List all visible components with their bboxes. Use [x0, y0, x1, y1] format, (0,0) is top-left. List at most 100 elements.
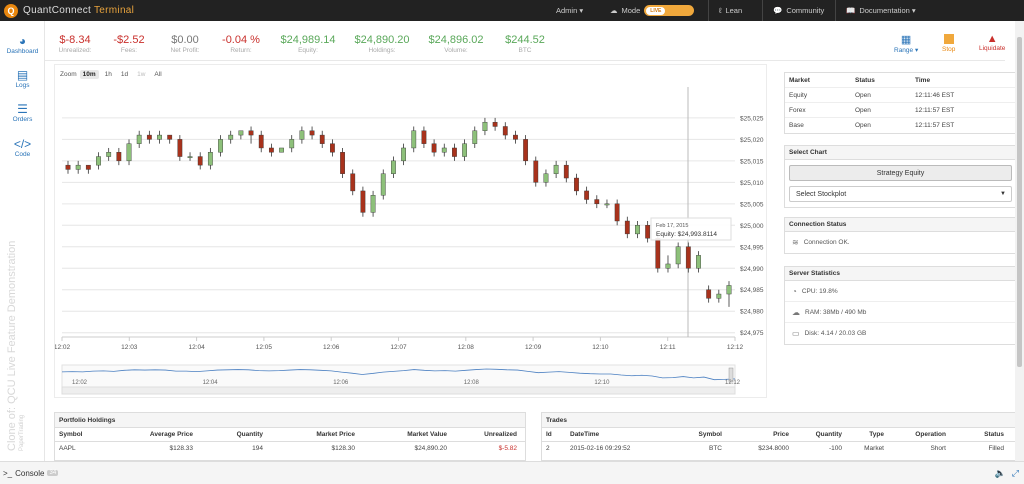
- candle: [604, 203, 610, 206]
- logo[interactable]: Q QuantConnect Terminal: [4, 3, 134, 18]
- stat-btc: $244.52 BTC: [505, 34, 545, 54]
- candle: [157, 134, 162, 140]
- book-icon: 📖: [846, 6, 856, 15]
- candle: [126, 143, 132, 162]
- candle: [452, 147, 457, 157]
- x-tick-label: 12:02: [55, 344, 71, 351]
- candle: [258, 134, 264, 149]
- candle: [116, 152, 122, 162]
- candle: [431, 143, 437, 153]
- volume-icon[interactable]: 🔈: [995, 468, 1006, 479]
- candle: [706, 289, 712, 299]
- y-tick-label: $25,025: [740, 115, 764, 122]
- navigator-tick-label: 12:12: [725, 380, 741, 386]
- candle: [523, 139, 529, 162]
- table-row[interactable]: 2 2015-02-16 09:29:52 BTC $234.8000 -100…: [542, 442, 1016, 456]
- lean-icon: ℓ: [719, 6, 722, 15]
- range-button[interactable]: ▦ Range ▾: [894, 33, 918, 54]
- console-bar[interactable]: >_ Console 34 🔈 ⤢: [0, 461, 1024, 484]
- page-scrollbar[interactable]: [1015, 21, 1024, 461]
- navigator-tick-label: 12:02: [72, 380, 88, 386]
- candle: [533, 160, 539, 183]
- select-chart-title: Select Chart: [785, 146, 1016, 160]
- candle: [472, 130, 478, 144]
- documentation-menu[interactable]: 📖 Documentation ▾: [835, 0, 916, 21]
- community-link[interactable]: 💬 Community: [762, 0, 824, 21]
- y-tick-label: $24,995: [740, 244, 764, 251]
- terminal-icon: >_: [3, 468, 13, 478]
- sidebar-item-label: Dashboard: [6, 48, 39, 55]
- trades-title: Trades: [542, 413, 1016, 428]
- equity-chart-panel: Zoom 10m 1h 1d 1w All $25,025 $25,020 $25,…: [54, 64, 767, 398]
- quantconnect-logo-icon: Q: [4, 3, 18, 18]
- candle: [136, 134, 142, 144]
- sidebar-item-label: Logs: [15, 82, 30, 89]
- x-tick-label: 12:11: [660, 344, 676, 351]
- chart-tooltip: Feb 17, 2015 Equity: $24,993.8114: [650, 217, 732, 241]
- x-tick-label: 12:12: [727, 344, 744, 351]
- x-tick-label: 12:08: [458, 344, 475, 351]
- stockplot-select[interactable]: Select Stockplot ▼: [789, 186, 1012, 202]
- navigator-tick-label: 12:08: [464, 380, 480, 386]
- x-tick-label: 12:07: [390, 344, 407, 351]
- select-chart-panel: Select Chart Strategy Equity Select Stoc…: [784, 145, 1017, 208]
- candle: [197, 156, 203, 166]
- candle: [553, 164, 559, 174]
- admin-menu[interactable]: Admin ▾: [556, 0, 583, 21]
- candle: [421, 130, 427, 144]
- candle: [696, 255, 701, 269]
- sidebar-item-code[interactable]: </> Code: [0, 138, 45, 159]
- wifi-icon: ≋: [792, 238, 799, 247]
- file-icon: ▤: [16, 68, 29, 82]
- candle: [106, 152, 112, 157]
- equity-candlestick-chart[interactable]: $25,025 $25,020 $25,015 $25,010 $25,005 $25,0…: [55, 65, 768, 399]
- x-tick-label: 12:05: [256, 344, 273, 351]
- dashboard-icon: ◔: [792, 286, 797, 296]
- server-stats-title: Server Statistics: [785, 267, 1016, 281]
- y-tick-label: $25,015: [740, 158, 764, 165]
- candle: [330, 143, 335, 153]
- dashboard-icon: ◕: [18, 34, 27, 48]
- table-row[interactable]: AAPL $128.33 194 $128.30 $24,890.20 $-5.…: [55, 442, 525, 456]
- candle: [279, 147, 284, 153]
- y-tick-label: $25,000: [740, 223, 764, 230]
- sidebar: ◕ Dashboard ▤ Logs ☰ Orders </> Code Clo…: [0, 21, 45, 461]
- market-row: Equity Open 12:11:46 EST: [785, 88, 1016, 103]
- candle: [594, 199, 600, 205]
- y-tick-label: $24,985: [740, 287, 764, 294]
- sidebar-item-orders[interactable]: ☰ Orders: [0, 103, 45, 124]
- expand-icon[interactable]: ⤢: [1012, 468, 1019, 479]
- cpu-stat: CPU: 19.8%: [801, 287, 838, 295]
- navigator-tick-label: 12:10: [594, 380, 610, 386]
- candle: [492, 121, 498, 127]
- lean-link[interactable]: ℓ Lean: [708, 0, 742, 21]
- candle: [726, 285, 732, 295]
- sidebar-item-dashboard[interactable]: ◕ Dashboard: [0, 34, 45, 56]
- sidebar-item-logs[interactable]: ▤ Logs: [0, 68, 45, 90]
- x-tick-label: 12:10: [592, 344, 609, 351]
- y-tick-label: $24,975: [740, 330, 764, 337]
- navigator-tick-label: 12:06: [333, 380, 349, 386]
- strategy-equity-button[interactable]: Strategy Equity: [789, 165, 1012, 181]
- candle: [380, 173, 386, 196]
- scrollbar-thumb[interactable]: [1017, 37, 1022, 367]
- stat-return: -0.04 % Return:: [222, 34, 260, 54]
- tooltip-date: Feb 17, 2015: [656, 223, 688, 229]
- live-toggle[interactable]: LIVE: [644, 5, 695, 16]
- candle: [187, 156, 193, 158]
- candle: [482, 121, 488, 131]
- candle: [340, 152, 345, 174]
- disk-stat: Disk: 4.14 / 20.03 GB: [804, 330, 867, 337]
- console-count-badge: 34: [47, 470, 59, 476]
- candle: [624, 220, 630, 235]
- sidebar-item-label: Orders: [12, 116, 33, 123]
- candle: [228, 134, 234, 140]
- y-tick-label: $25,020: [740, 137, 764, 144]
- candle: [248, 130, 254, 136]
- stat-holdings: $24,890.20 Holdings:: [354, 34, 410, 54]
- market-row: Base Open 12:11:57 EST: [789, 122, 955, 129]
- candle: [75, 164, 81, 170]
- x-tick-label: 12:09: [525, 344, 542, 351]
- liquidate-button[interactable]: ▲ Liquidate: [979, 33, 1005, 52]
- stop-button[interactable]: Stop: [942, 33, 955, 53]
